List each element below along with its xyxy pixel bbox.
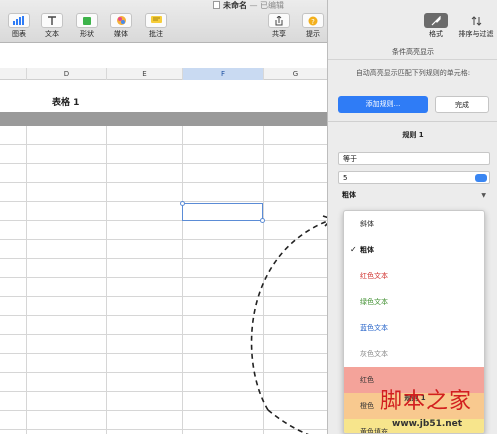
dropdown-item-label: 蓝色文本 [360,324,388,332]
sort-filter-icon [464,13,488,28]
chevron-down-icon: ▼ [481,192,486,199]
dropdown-item-label: 红色文本 [360,272,388,280]
text-icon [41,13,63,28]
watermark-url: www.jb51.net [392,419,463,429]
toolbar-tips-button[interactable]: ? 提示 [296,13,330,39]
comment-icon [145,13,167,28]
dropdown-item-label: 灰色文本 [360,350,388,358]
tab-sort-filter[interactable]: 排序与过滤 [458,13,494,39]
title-separator: — [249,1,258,10]
toolbar-share-label: 共享 [272,30,286,38]
value-field[interactable]: 5 [338,171,490,184]
toolbar-chart-button[interactable]: 图表 [2,13,36,39]
column-header-e[interactable]: E [106,68,182,80]
share-icon [268,13,290,28]
inspector-section-header: 条件高亮显示 [328,44,497,60]
dropdown-item[interactable]: 灰色文本 [344,341,484,367]
inspector-description: 自动高亮显示匹配下列规则的单元格: [355,69,471,77]
toolbar-comment-button[interactable]: 批注 [139,13,173,39]
grid-column-line [26,126,27,434]
toolbar-shape-button[interactable]: 形状 [70,13,104,39]
dropdown-item-label: 红色 [360,376,374,384]
grid-column-line [182,126,183,434]
style-select[interactable]: 粗体 ▼ [338,189,490,202]
toolbar-tips-label: 提示 [306,30,320,38]
add-rule-button[interactable]: 添加规则... [338,96,428,113]
dropdown-item[interactable]: 斜体 [344,211,484,237]
selection-handle[interactable] [180,201,185,206]
done-button[interactable]: 完成 [435,96,489,113]
toolbar-shape-label: 形状 [80,30,94,38]
grid-row-line [0,201,327,202]
column-header-g[interactable]: G [263,68,327,80]
dropdown-item-label: 斜体 [360,220,374,228]
column-header-bar: D E F G [0,68,327,80]
rule-title: 规则 1 [402,131,424,139]
inspector-tabs: 格式 排序与过滤 [418,13,497,43]
dropdown-item-label: 粗体 [360,246,374,254]
dropdown-item-label: 橙色 [360,402,374,410]
column-header-f[interactable]: F [182,68,263,80]
toolbar-share-button[interactable]: 共享 [262,13,296,39]
media-icon [110,13,132,28]
dropdown-item[interactable]: ✓ 粗体 [344,237,484,263]
value-text: 5 [343,174,348,182]
document-icon [212,1,220,9]
watermark-logo: 脚本之家 [380,389,473,414]
dropdown-item-label: 绿色文本 [360,298,388,306]
table-title[interactable]: 表格 1 [52,95,79,108]
dropdown-item[interactable]: 红色文本 [344,263,484,289]
toolbar-comment-label: 批注 [149,30,163,38]
annotation-arrows [250,215,327,434]
chart-icon [8,13,30,28]
grid-row-line [0,163,327,164]
column-header-d[interactable]: D [26,68,106,80]
toolbar-media-button[interactable]: 媒体 [104,13,138,39]
grid-column-line [106,126,107,434]
toolbar-text-label: 文本 [45,30,59,38]
grid-row-line [0,144,327,145]
table-header-row[interactable] [0,112,327,126]
document-status: 已编辑 [260,1,285,10]
tips-icon: ? [302,13,324,28]
tab-format-label: 格式 [429,30,443,38]
spreadsheet-canvas[interactable]: D E F G 表格 1 [0,44,327,434]
toolbar-chart-label: 图表 [12,30,26,38]
paintbrush-icon [424,13,448,28]
tab-format[interactable]: 格式 [418,13,454,39]
style-select-value: 粗体 [342,191,356,199]
condition-field[interactable]: 等于 [338,152,490,165]
dropdown-item[interactable]: 绿色文本 [344,289,484,315]
tab-sort-filter-label: 排序与过滤 [458,30,494,38]
numbers-window: 未命名 — 已编辑 图表 文本 形状 媒体 批注 共享 ? 提示 D E F G… [0,0,497,434]
document-title: 未命名 [222,1,247,10]
dropdown-item[interactable]: 蓝色文本 [344,315,484,341]
checkmark-icon: ✓ [350,245,357,254]
divider [328,121,497,122]
cell-reference-icon[interactable] [475,174,487,182]
toolbar-text-button[interactable]: 文本 [35,13,69,39]
dropdown-item-label: 黄色填充 [360,428,388,434]
shape-icon [76,13,98,28]
grid-row-line [0,182,327,183]
svg-text:?: ? [311,17,315,25]
toolbar-media-label: 媒体 [114,30,128,38]
